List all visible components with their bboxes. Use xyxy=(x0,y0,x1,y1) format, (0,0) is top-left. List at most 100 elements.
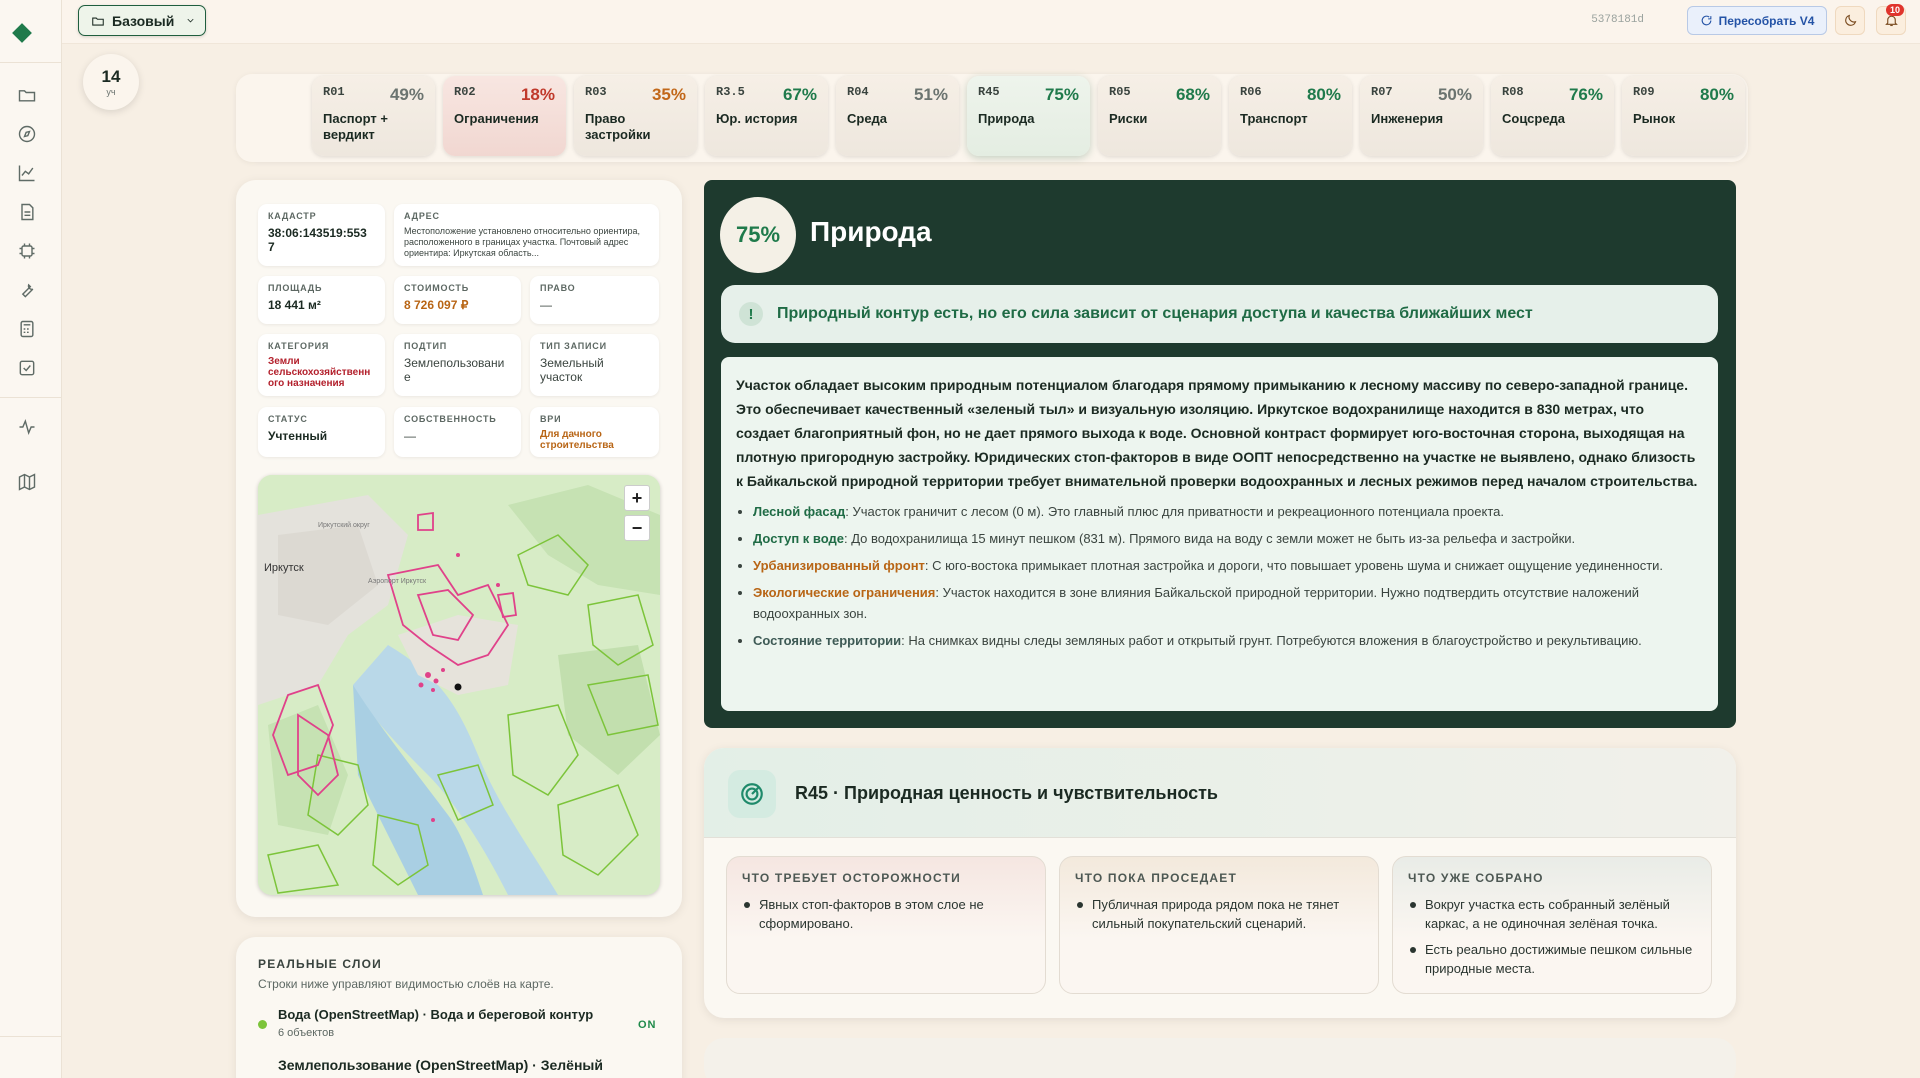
tab-score: 18% xyxy=(520,85,555,104)
tab-r01[interactable]: R01 49% Паспорт + вердикт xyxy=(312,76,435,156)
wrench-icon[interactable] xyxy=(17,280,37,300)
cost-cell: СТОИМОСТЬ 8 726 097 ₽ xyxy=(394,276,521,324)
status-cell: СТАТУС Учтенный xyxy=(258,407,385,457)
tab-r06[interactable]: R06 80% Транспорт xyxy=(1229,76,1352,156)
address-label: АДРЕС xyxy=(404,211,440,221)
right-label: ПРАВО xyxy=(540,283,576,293)
parcel-count[interactable]: 14 уч xyxy=(83,54,139,110)
tab-r45[interactable]: R45 75% Природа xyxy=(967,76,1090,156)
compass-icon[interactable] xyxy=(17,124,37,144)
tab-r02[interactable]: R02 18% Ограничения xyxy=(443,76,566,156)
top-bar: Базовый 5378181d Пересобрать V4 10 xyxy=(62,0,1920,44)
build-hash: 5378181d xyxy=(1591,14,1644,26)
tab-r03[interactable]: R03 35% Право застройки xyxy=(574,76,697,156)
finding-item: Лесной фасад: Участок граничит с лесом (… xyxy=(753,501,1702,522)
nature-analysis: Участок обладает высоким природным потен… xyxy=(721,357,1718,711)
finding-key: Лесной фасад xyxy=(753,504,846,519)
preset-label: Базовый xyxy=(112,12,175,29)
layer-name[interactable]: Землепользование (OpenStreetMap) · Зелён… xyxy=(278,1057,603,1073)
layer-toggle[interactable]: ON xyxy=(638,1019,657,1031)
tab-score: 76% xyxy=(1568,85,1603,104)
address-value: Местоположение установлено относительно … xyxy=(404,226,641,258)
finding-item: Состояние территории: На снимках видны с… xyxy=(753,630,1702,651)
address-cell: АДРЕС Местоположение установлено относит… xyxy=(394,204,659,266)
finding-item: Доступ к воде: До водохранилища 15 минут… xyxy=(753,528,1702,549)
nature-alert: ! Природный контур есть, но его сила зав… xyxy=(721,285,1718,343)
folder-icon[interactable] xyxy=(17,85,37,105)
weak-column: ЧТО ПОКА ПРОСЕДАЕТ Публичная природа ряд… xyxy=(1059,856,1379,994)
vri-label: ВРИ xyxy=(540,414,562,424)
tab-r04[interactable]: R04 51% Среда xyxy=(836,76,959,156)
finding-text: : С юго-востока примыкает плотная застро… xyxy=(924,558,1664,573)
r45-section: R45 · Природная ценность и чувствительно… xyxy=(704,748,1736,1018)
folder-icon xyxy=(92,17,104,26)
rebuild-button[interactable]: Пересобрать V4 xyxy=(1687,6,1827,35)
layer-status-dot xyxy=(258,1020,267,1029)
preset-dropdown[interactable]: Базовый xyxy=(78,5,206,36)
next-section-card xyxy=(704,1038,1736,1078)
tab-r05[interactable]: R05 68% Риски xyxy=(1098,76,1221,156)
subtype-cell: ПОДТИП Землепользовани е xyxy=(394,334,521,396)
cadastre-value: 38:06:143519:553 7 xyxy=(268,226,367,254)
parcel-map[interactable]: Иркутск Иркутский округ Аэропорт Иркутск… xyxy=(258,475,660,895)
layer-count: 6 объектов xyxy=(278,1027,335,1039)
ownership-value: — xyxy=(404,429,416,443)
map-city-label: Иркутск xyxy=(264,562,304,574)
radar-icon xyxy=(728,770,776,818)
theme-toggle-button[interactable] xyxy=(1835,6,1865,35)
zoom-out-button[interactable]: − xyxy=(624,515,650,541)
right-cell: ПРАВО — xyxy=(530,276,659,324)
notifications-button[interactable]: 10 xyxy=(1876,4,1906,35)
weak-item: Публичная природа рядом пока не тянет си… xyxy=(1075,895,1363,933)
map-icon[interactable] xyxy=(17,472,37,492)
tab-name: Среда xyxy=(847,111,888,126)
r45-header: R45 · Природная ценность и чувствительно… xyxy=(704,748,1736,838)
tab-r07[interactable]: R07 50% Инженерия xyxy=(1360,76,1483,156)
finding-item: Экологические ограничения: Участок наход… xyxy=(753,582,1702,624)
zoom-in-button[interactable]: + xyxy=(624,485,650,511)
tab-r09[interactable]: R09 80% Рынок xyxy=(1622,76,1745,156)
tab-name: Транспорт xyxy=(1240,111,1308,126)
finding-key: Экологические ограничения xyxy=(753,585,936,600)
record-type-value: Земельный участок xyxy=(540,356,604,384)
cost-label: СТОИМОСТЬ xyxy=(404,283,469,293)
tab-r3-5[interactable]: R3.5 67% Юр. история xyxy=(705,76,828,156)
tab-name: Паспорт + вердикт xyxy=(323,111,388,142)
moon-icon xyxy=(1844,14,1856,26)
finding-key: Состояние территории xyxy=(753,633,902,648)
chart-icon[interactable] xyxy=(17,163,37,183)
collected-item: Есть реально достижимые пешком сильные п… xyxy=(1408,940,1696,978)
chip-icon[interactable] xyxy=(17,241,37,261)
map-airport-label: Аэропорт Иркутск xyxy=(368,578,427,585)
collected-column: ЧТО УЖЕ СОБРАНО Вокруг участка есть собр… xyxy=(1392,856,1712,994)
finding-key: Доступ к воде xyxy=(753,531,844,546)
nature-findings-list: Лесной фасад: Участок граничит с лесом (… xyxy=(736,501,1702,651)
tab-name: Юр. история xyxy=(716,111,798,126)
collected-title: ЧТО УЖЕ СОБРАНО xyxy=(1408,871,1544,885)
tab-score: 67% xyxy=(782,85,817,104)
tab-score: 50% xyxy=(1437,85,1472,104)
calculator-icon[interactable] xyxy=(17,319,37,339)
map-district-label: Иркутский округ xyxy=(318,521,370,529)
tab-score: 49% xyxy=(389,85,424,104)
category-cell: КАТЕГОРИЯ Земли сельскохозяйственн ого н… xyxy=(258,334,385,396)
tab-score: 80% xyxy=(1699,85,1734,104)
category-value: Земли сельскохозяйственн ого назначения xyxy=(268,356,371,389)
document-icon[interactable] xyxy=(17,202,37,222)
app-logo[interactable] xyxy=(12,23,32,43)
tab-r08[interactable]: R08 76% Соцсреда xyxy=(1491,76,1614,156)
checklist-icon[interactable] xyxy=(17,358,37,378)
layer-name[interactable]: Вода (OpenStreetMap) · Вода и береговой … xyxy=(278,1007,593,1022)
r45-title: R45 · Природная ценность и чувствительно… xyxy=(795,783,1218,803)
exclamation-icon: ! xyxy=(739,302,763,326)
finding-item: Урбанизированный фронт: С юго-востока пр… xyxy=(753,555,1702,576)
activity-icon[interactable] xyxy=(17,417,37,437)
map-canvas[interactable]: Иркутск Иркутский округ Аэропорт Иркутск xyxy=(258,475,660,895)
caution-item: Явных стоп-факторов в этом слое не сформ… xyxy=(742,895,1030,933)
nature-score: 75% xyxy=(720,197,796,273)
tab-name: Ограничения xyxy=(454,111,539,126)
subtype-label: ПОДТИП xyxy=(404,341,447,351)
finding-text: : До водохранилища 15 минут пешком (831 … xyxy=(844,531,1576,546)
right-value: — xyxy=(540,298,552,312)
layers-card: РЕАЛЬНЫЕ СЛОИ Строки ниже управляют види… xyxy=(236,937,682,1078)
